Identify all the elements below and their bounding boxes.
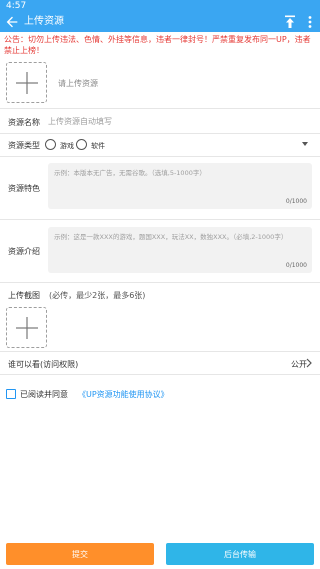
divider xyxy=(0,219,320,220)
resource-image-picker[interactable] xyxy=(6,62,47,103)
screenshots-label: 上传截图 xyxy=(8,291,40,300)
status-bar: 4:57 xyxy=(0,0,320,12)
resource-name-label: 资源名称 xyxy=(8,118,40,127)
resource-feature-label: 资源特色 xyxy=(8,184,40,193)
type-game-label: 游戏 xyxy=(60,142,74,150)
intro-placeholder: 示例：这是一款XXX的游戏，题国XXX，玩法XX，数独XXX。（必填,2-100… xyxy=(54,233,288,241)
background-upload-button[interactable]: 后台传输 xyxy=(166,543,314,565)
divider xyxy=(0,133,320,134)
image-picker-hint: 请上传资源 xyxy=(58,79,98,88)
announcement-text: 公告：切勿上传违法、色情、外挂等信息，违者一律封号！严禁重复发布同一UP，违者禁… xyxy=(4,35,311,55)
resource-name-input[interactable] xyxy=(48,113,308,129)
feature-char-count: 0/1000 xyxy=(285,198,307,205)
visibility-value: 公开 xyxy=(291,360,307,369)
divider xyxy=(0,374,320,375)
plus-icon xyxy=(15,316,38,339)
feature-placeholder: 示例：本版本无广告，无需谷歌。（选填,5-1000字） xyxy=(54,169,206,177)
resource-type-label: 资源类型 xyxy=(8,141,40,150)
resource-intro-label: 资源介绍 xyxy=(8,247,40,256)
screenshots-hint: (必传，最少2张，最多6张) xyxy=(49,291,146,300)
submit-button[interactable]: 提交 xyxy=(6,543,154,565)
type-software-label: 软件 xyxy=(91,142,105,150)
arrow-left-icon[interactable] xyxy=(4,14,20,30)
status-time: 4:57 xyxy=(6,1,27,11)
divider xyxy=(0,282,320,283)
intro-char-count: 0/1000 xyxy=(285,262,307,269)
resource-intro-textarea[interactable]: 示例：这是一款XXX的游戏，题国XXX，玩法XX，数独XXX。（必填,2-100… xyxy=(48,227,312,273)
agreement-checkbox[interactable] xyxy=(6,389,16,399)
divider xyxy=(0,156,320,157)
page-title: 上传资源 xyxy=(24,16,64,27)
plus-icon xyxy=(15,71,38,94)
type-software-radio[interactable] xyxy=(76,139,87,150)
resource-feature-textarea[interactable]: 示例：本版本无广告，无需谷歌。（选填,5-1000字） 0/1000 xyxy=(48,163,312,209)
upload-icon[interactable] xyxy=(284,15,296,29)
screenshot-picker[interactable] xyxy=(6,307,47,348)
caret-down-icon[interactable] xyxy=(301,141,309,147)
chevron-right-icon xyxy=(306,358,312,368)
divider xyxy=(0,108,320,109)
visibility-label: 谁可以看(访问权限) xyxy=(8,360,79,369)
more-vertical-icon[interactable] xyxy=(305,15,315,29)
agreement-link[interactable]: 《UP资源功能使用协议》 xyxy=(78,389,169,400)
app-toolbar: 上传资源 xyxy=(0,12,320,32)
type-game-radio[interactable] xyxy=(45,139,56,150)
agreement-label: 已阅读并同意 xyxy=(20,390,68,399)
